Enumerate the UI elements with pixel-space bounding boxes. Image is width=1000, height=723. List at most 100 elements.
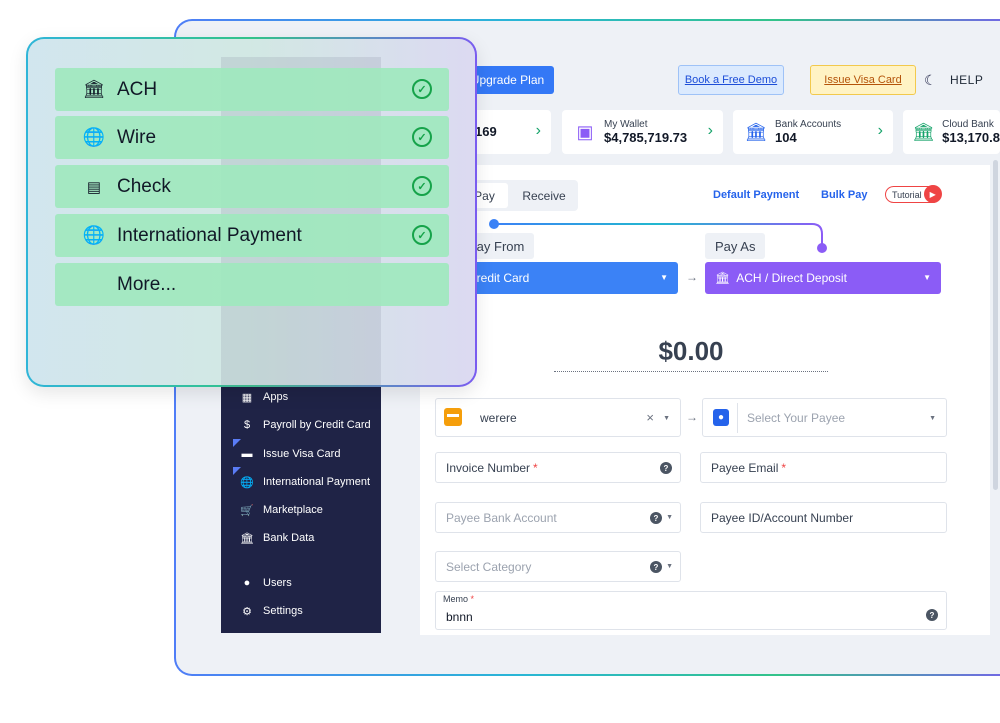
payee-select[interactable]: ● Select Your Payee ▼ — [702, 398, 947, 437]
menu-item-more[interactable]: More... — [55, 263, 449, 306]
new-flag-icon — [233, 467, 241, 475]
check-circle-icon: ✓ — [412, 79, 432, 99]
stat-card-wallet[interactable]: ▣ My Wallet $4,785,719.73 › — [562, 110, 723, 154]
dark-mode-icon[interactable]: ☾ — [924, 72, 937, 89]
globe-icon: 🌐 — [240, 476, 254, 489]
scrollbar[interactable] — [993, 160, 998, 490]
pay-as-select[interactable]: 🏛 ACH / Direct Deposit ▼ — [705, 262, 941, 294]
book-demo-button[interactable]: Book a Free Demo — [678, 65, 784, 95]
stat-card-cloud-bank[interactable]: 🏛 Cloud Bank $13,170.8 — [903, 110, 1000, 154]
payer-value: werere — [480, 410, 517, 425]
help-icon[interactable]: ? — [650, 561, 662, 573]
issue-visa-card-button[interactable]: Issue Visa Card — [810, 65, 916, 95]
help-icon[interactable]: ? — [926, 609, 938, 621]
chevron-down-icon: ▼ — [923, 273, 931, 282]
memo-field[interactable]: Memo * bnnn ? — [435, 591, 947, 630]
stat-card-bank-accounts[interactable]: 🏛 Bank Accounts 104 › — [733, 110, 893, 154]
sidebar-item-label: Issue Visa Card — [263, 448, 341, 460]
sidebar-item-apps[interactable]: ▦ Apps — [221, 385, 381, 409]
payee-id-field[interactable]: Payee ID/Account Number — [700, 502, 947, 533]
bank-icon: 🏛 — [240, 532, 254, 545]
globe-icon: 🌐 — [82, 225, 106, 245]
sidebar-item-label: Bank Data — [263, 532, 315, 544]
payee-email-field[interactable]: Payee Email * — [700, 452, 947, 483]
payment-method-popup: 🏛 ACH ✓ 🌐 Wire ✓ ▤ Check ✓ 🌐 Internation… — [26, 37, 477, 387]
chevron-down-icon: ▼ — [666, 563, 673, 570]
menu-item-check[interactable]: ▤ Check ✓ — [55, 165, 449, 208]
sidebar-item-settings[interactable]: ⚙ Settings — [221, 599, 381, 623]
chevron-right-icon: › — [707, 122, 713, 139]
chevron-right-icon: › — [877, 122, 883, 139]
stat-label: Bank Accounts — [775, 118, 842, 130]
card-icon: ▬ — [241, 448, 253, 460]
menu-item-label: Check — [117, 175, 171, 197]
payee-placeholder: Select Your Payee — [747, 410, 846, 425]
invoice-number-field[interactable]: Invoice Number * ? — [435, 452, 681, 483]
menu-item-ach[interactable]: 🏛 ACH ✓ — [55, 68, 449, 111]
chevron-down-icon: ▼ — [929, 415, 936, 422]
sidebar-item-label: Users — [263, 577, 292, 589]
check-icon: ▤ — [86, 178, 102, 196]
sidebar-item-label: International Payment — [263, 476, 371, 488]
chevron-down-icon: ▼ — [663, 415, 670, 422]
bulk-pay-link[interactable]: Bulk Pay — [821, 189, 867, 201]
check-circle-icon: ✓ — [412, 127, 432, 147]
stat-value: 104 — [775, 129, 797, 145]
category-placeholder: Select Category — [446, 559, 532, 574]
chevron-down-icon: ▼ — [660, 273, 668, 282]
sidebar-item-label: Settings — [263, 605, 303, 617]
pay-from-select[interactable]: Credit Card ▼ — [464, 262, 678, 294]
tutorial-label: Tutorial — [892, 189, 922, 200]
clear-icon[interactable]: × — [646, 410, 654, 425]
amount-input[interactable]: $0.00 — [554, 336, 828, 372]
payee-email-label: Payee Email — [711, 460, 779, 475]
sidebar-item-label: Apps — [263, 391, 289, 403]
arrow-right-icon: → — [686, 410, 698, 424]
help-link[interactable]: HELP — [950, 73, 983, 87]
menu-item-label: International Payment — [117, 224, 302, 246]
category-select[interactable]: Select Category ? ▼ — [435, 551, 681, 582]
check-circle-icon: ✓ — [412, 225, 432, 245]
user-icon: ● — [243, 577, 251, 589]
memo-label: Memo * — [443, 594, 475, 604]
wallet-icon: ▣ — [576, 121, 594, 142]
payee-bank-account-select[interactable]: Payee Bank Account ? ▼ — [435, 502, 681, 533]
tutorial-button[interactable]: Tutorial ▶ — [885, 185, 942, 203]
sidebar-item-bank-data[interactable]: 🏛 Bank Data — [221, 526, 381, 550]
sidebar-item-marketplace[interactable]: 🛒 Marketplace — [221, 498, 381, 522]
stat-value: 169 — [475, 124, 497, 139]
stat-label: Cloud Bank — [942, 118, 994, 130]
arrow-right-icon: → — [686, 270, 698, 284]
check-circle-icon: ✓ — [412, 176, 432, 196]
help-icon[interactable]: ? — [660, 462, 672, 474]
menu-item-wire[interactable]: 🌐 Wire ✓ — [55, 116, 449, 159]
globe-icon: 🌐 — [82, 127, 106, 147]
divider — [737, 403, 738, 433]
apps-icon: ▦ — [241, 391, 253, 404]
pay-as-value: ACH / Direct Deposit — [736, 271, 847, 285]
bank-icon: 🏛 — [912, 121, 935, 142]
menu-item-international-payment[interactable]: 🌐 International Payment ✓ — [55, 214, 449, 257]
default-payment-link[interactable]: Default Payment — [713, 189, 799, 201]
help-icon[interactable]: ? — [650, 512, 662, 524]
sidebar-item-payroll[interactable]: $ Payroll by Credit Card — [221, 413, 381, 437]
cart-icon: 🛒 — [240, 504, 254, 517]
sidebar-item-issue-visa-card[interactable]: ▬ Issue Visa Card — [221, 439, 381, 466]
card-icon — [444, 408, 462, 426]
gear-icon: ⚙ — [242, 605, 252, 618]
tab-receive[interactable]: Receive — [514, 183, 574, 208]
pay-as-label: Pay As — [705, 233, 766, 259]
payer-select[interactable]: werere × ▼ — [435, 398, 681, 437]
chevron-down-icon: ▼ — [666, 514, 673, 521]
invoice-label: Invoice Number — [446, 460, 531, 475]
menu-item-label: ACH — [117, 78, 158, 100]
bank-icon: 🏛 — [744, 121, 768, 142]
stat-label: My Wallet — [604, 118, 648, 130]
sidebar-item-label: Marketplace — [263, 504, 323, 516]
sidebar-item-international-payment[interactable]: 🌐 International Payment — [221, 467, 381, 494]
menu-item-label: Wire — [117, 126, 157, 148]
sidebar-item-users[interactable]: ● Users — [221, 571, 381, 595]
stat-value: $13,170.8 — [942, 129, 1000, 145]
dollar-icon: $ — [243, 419, 251, 431]
memo-value: bnnn — [446, 610, 473, 624]
